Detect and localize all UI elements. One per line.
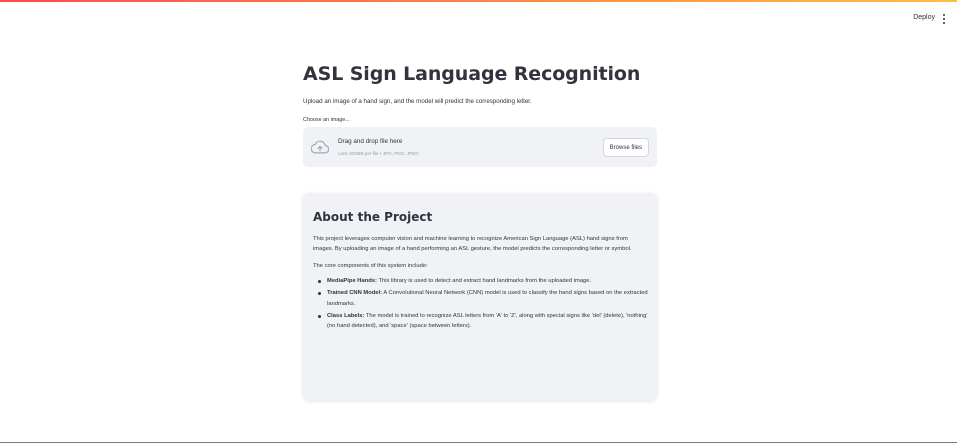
main-content: ASL Sign Language Recognition Upload an … xyxy=(303,60,657,167)
page-subtitle: Upload an image of a hand sign, and the … xyxy=(303,98,532,105)
file-uploader-label: Choose an image... xyxy=(303,117,350,123)
about-title: About the Project xyxy=(313,210,433,224)
core-components-intro: The core components of this system inclu… xyxy=(313,262,428,269)
component-name: MediaPipe Hands: xyxy=(327,277,377,284)
about-description: This project leverages computer vision a… xyxy=(313,236,632,253)
bottom-divider xyxy=(0,442,957,443)
deploy-button[interactable]: Deploy xyxy=(913,14,935,21)
browse-files-button[interactable]: Browse files xyxy=(602,138,649,157)
page-title: ASL Sign Language Recognition xyxy=(303,63,641,85)
component-name: Class Labels: xyxy=(327,313,365,320)
file-limit-text: Limit 200MB per file • JPG, PNG, JPEG xyxy=(338,151,419,156)
list-item: Trained CNN Model: A Convolutional Neura… xyxy=(318,288,653,309)
list-item: MediaPipe Hands: This library is used to… xyxy=(318,276,653,286)
vertical-dots-icon[interactable] xyxy=(940,13,948,25)
app-header: Deploy xyxy=(0,2,957,40)
component-text: This library is used to detect and extra… xyxy=(376,277,592,284)
dropzone-title: Drag and drop file here xyxy=(338,138,403,145)
about-project-panel: About the Project This project leverages… xyxy=(303,193,657,400)
cloud-upload-icon xyxy=(311,140,329,154)
components-list: MediaPipe Hands: This library is used to… xyxy=(313,276,653,332)
list-item: Class Labels: The model is trained to re… xyxy=(318,311,653,332)
file-dropzone[interactable]: Drag and drop file here Limit 200MB per … xyxy=(303,127,657,167)
component-name: Trained CNN Model: xyxy=(327,290,383,297)
component-text: The model is trained to recognize ASL le… xyxy=(327,313,648,330)
